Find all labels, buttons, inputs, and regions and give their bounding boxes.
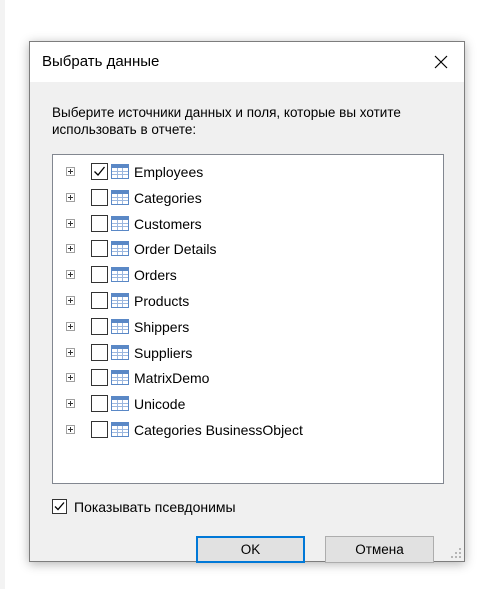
table-icon bbox=[111, 293, 129, 308]
tree-item[interactable]: Products bbox=[53, 290, 433, 312]
expand-plus-icon[interactable] bbox=[66, 270, 75, 280]
show-aliases-option[interactable]: Показывать псевдонимы bbox=[52, 498, 352, 518]
close-button[interactable] bbox=[418, 42, 464, 82]
expand-plus-icon[interactable] bbox=[66, 192, 75, 202]
tree-item[interactable]: Suppliers bbox=[53, 342, 433, 364]
tree-item-checkbox[interactable] bbox=[91, 214, 108, 232]
tree-item-label: Suppliers bbox=[134, 344, 193, 361]
tree-item-label: Unicode bbox=[134, 396, 186, 413]
tree-item-checkbox[interactable] bbox=[91, 163, 108, 180]
tree-item-label: Orders bbox=[134, 267, 177, 284]
tree-item[interactable]: Order Details bbox=[53, 238, 433, 260]
page-edge bbox=[0, 0, 5, 589]
expand-plus-icon[interactable] bbox=[66, 373, 75, 383]
expand-plus-icon[interactable] bbox=[66, 425, 75, 434]
tree-item-label: Shippers bbox=[134, 318, 190, 335]
tree-item[interactable]: Unicode bbox=[53, 393, 433, 415]
expand-plus-icon[interactable] bbox=[66, 167, 75, 176]
tree-item[interactable]: Employees bbox=[53, 161, 433, 183]
table-icon bbox=[111, 422, 129, 437]
ok-button[interactable]: OK bbox=[196, 536, 305, 563]
tree-item-checkbox[interactable] bbox=[91, 188, 108, 206]
expand-plus-icon[interactable] bbox=[66, 399, 75, 409]
table-icon bbox=[111, 164, 129, 179]
tree-item-checkbox[interactable] bbox=[91, 266, 108, 284]
table-icon bbox=[111, 344, 129, 360]
tree-item-label: Employees bbox=[134, 164, 204, 180]
tree-item-checkbox[interactable] bbox=[91, 292, 108, 309]
table-icon bbox=[111, 241, 129, 257]
cancel-button[interactable]: Отмена bbox=[325, 536, 434, 563]
tree-item-label: MatrixDemo bbox=[134, 370, 210, 387]
tree-item-checkbox[interactable] bbox=[91, 395, 108, 413]
tree-item-checkbox[interactable] bbox=[91, 421, 108, 438]
instruction-text: Выберите источники данных и поля, которы… bbox=[52, 105, 401, 137]
tree-item-label: Order Details bbox=[134, 241, 217, 258]
table-icon bbox=[111, 396, 129, 412]
tree-item[interactable]: Shippers bbox=[53, 316, 433, 338]
tree-item-label: Products bbox=[134, 293, 190, 309]
table-icon bbox=[111, 189, 129, 205]
select-data-dialog: Выбрать данные Выберите источники данных… bbox=[29, 41, 465, 563]
table-icon bbox=[111, 215, 129, 231]
table-icon bbox=[111, 318, 129, 334]
close-icon bbox=[434, 55, 448, 69]
dialog-title: Выбрать данные bbox=[42, 53, 160, 70]
expand-plus-icon[interactable] bbox=[66, 244, 75, 254]
resize-grip-icon[interactable] bbox=[451, 548, 461, 558]
expand-plus-icon[interactable] bbox=[66, 321, 75, 331]
tree-item-checkbox[interactable] bbox=[91, 369, 108, 387]
tree-item[interactable]: Customers bbox=[53, 213, 433, 235]
expand-plus-icon[interactable] bbox=[66, 347, 75, 357]
tree-item-label: Categories bbox=[134, 189, 202, 206]
checkmark-icon bbox=[94, 166, 106, 176]
title-bar: Выбрать данные bbox=[30, 42, 464, 82]
tree-item[interactable]: MatrixDemo bbox=[53, 367, 433, 389]
expand-plus-icon[interactable] bbox=[66, 218, 75, 228]
tree-item-checkbox[interactable] bbox=[91, 317, 108, 335]
tree-item-label: Categories BusinessObject bbox=[134, 422, 303, 438]
tree-item-checkbox[interactable] bbox=[91, 343, 108, 361]
tree-item[interactable]: Categories bbox=[53, 187, 433, 209]
checkmark-icon bbox=[54, 502, 65, 511]
table-icon bbox=[111, 267, 129, 283]
tree-item[interactable]: Orders bbox=[53, 264, 433, 286]
expand-plus-icon[interactable] bbox=[66, 296, 75, 305]
tree-item-label: Customers bbox=[134, 215, 202, 232]
show-aliases-checkbox[interactable] bbox=[52, 499, 67, 514]
data-source-tree[interactable]: Employees Categories Customers Order Detail… bbox=[52, 154, 444, 484]
table-icon bbox=[111, 370, 129, 386]
tree-item-checkbox[interactable] bbox=[91, 240, 108, 258]
tree-item[interactable]: Categories BusinessObject bbox=[53, 419, 433, 441]
show-aliases-label: Показывать псевдонимы bbox=[74, 499, 236, 515]
